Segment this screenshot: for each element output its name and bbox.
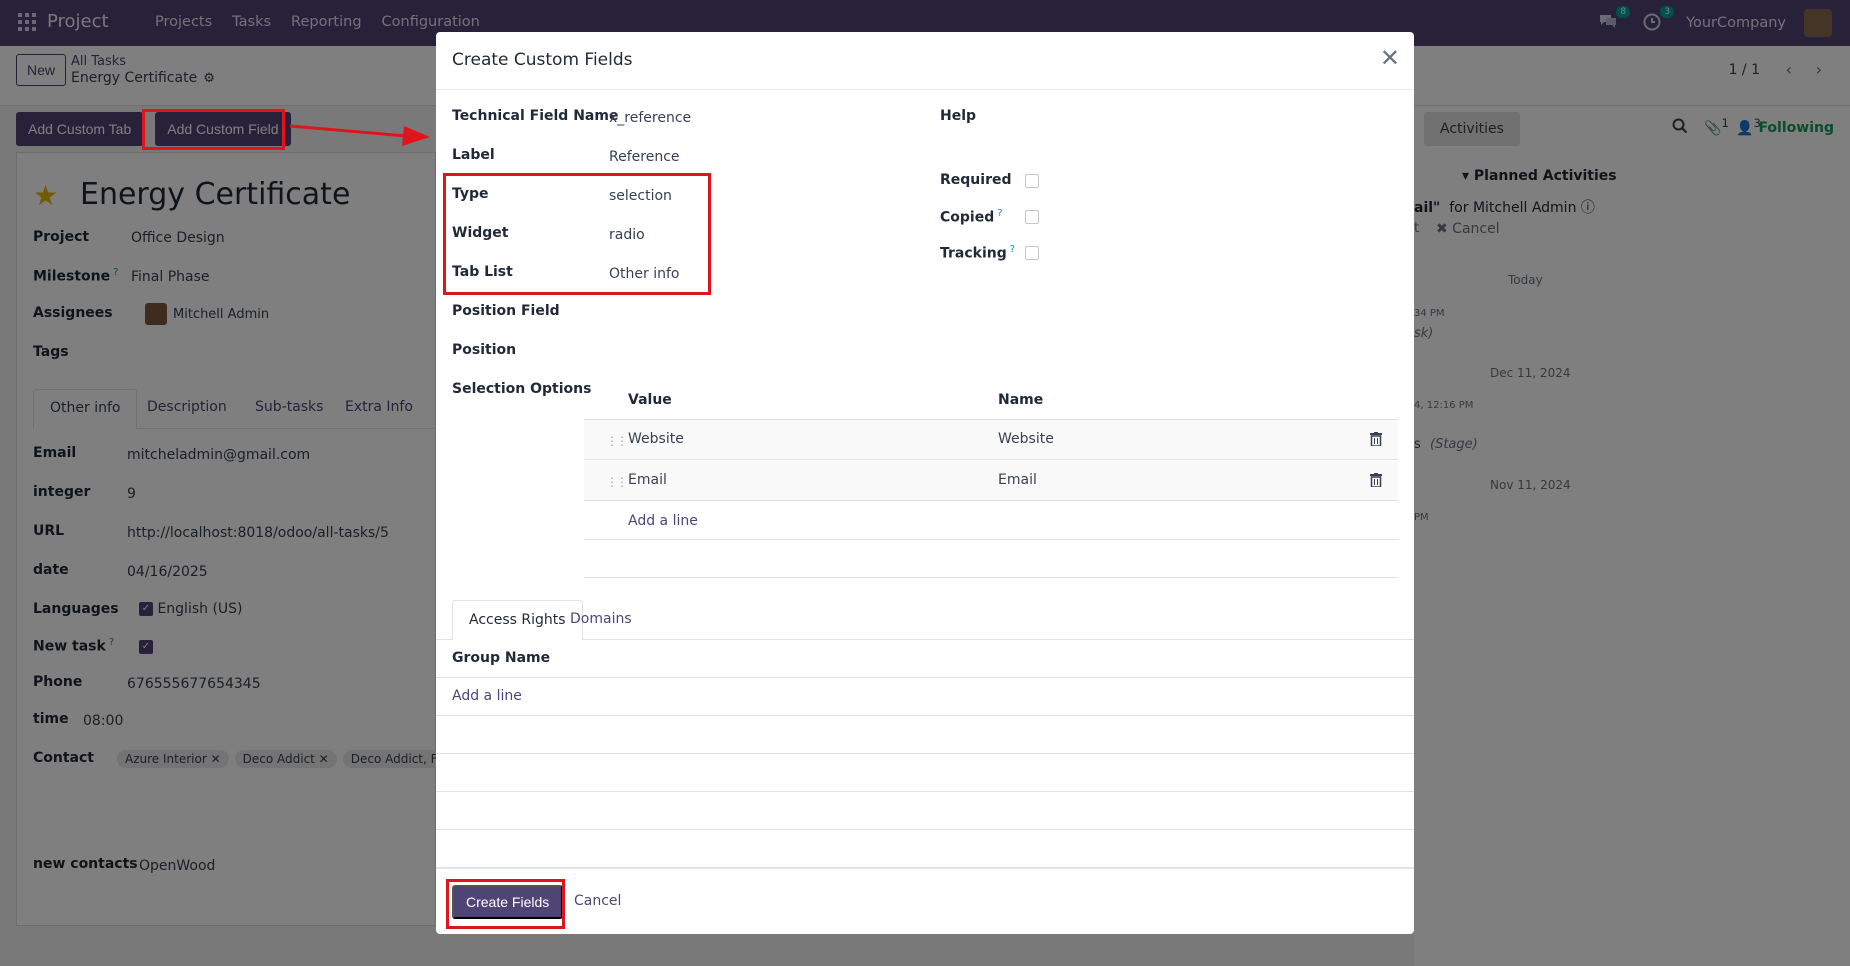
option-name[interactable]: Email xyxy=(998,472,1037,488)
close-icon[interactable]: ✕ xyxy=(1380,44,1400,72)
empty-row xyxy=(584,540,1398,578)
help-label: Help xyxy=(940,108,977,124)
trash-icon[interactable] xyxy=(1370,432,1382,446)
add-line-link[interactable]: Add a line xyxy=(452,688,522,704)
group-table-header: Group Name xyxy=(436,640,1414,678)
tracking-label-text: Tracking xyxy=(940,245,1007,262)
label-input[interactable]: Reference xyxy=(609,149,680,165)
add-line-link[interactable]: Add a line xyxy=(628,513,698,529)
copied-label-text: Copied xyxy=(940,209,995,226)
trash-icon[interactable] xyxy=(1370,473,1382,487)
position-field-label: Position Field xyxy=(452,303,560,319)
cancel-button[interactable]: Cancel xyxy=(574,893,621,909)
add-line-row: Add a line xyxy=(584,502,1398,540)
help-tooltip-icon[interactable]: ? xyxy=(1010,244,1015,255)
label-label: Label xyxy=(452,147,495,163)
technical-field-name-input[interactable]: x_reference xyxy=(609,110,691,126)
modal-tabs: Access Rights Domains xyxy=(436,600,1414,640)
modal-header: Create Custom Fields ✕ xyxy=(436,32,1414,90)
table-header: Value Name xyxy=(584,382,1398,420)
help-tooltip-icon[interactable]: ? xyxy=(997,208,1002,219)
add-line-row: Add a line xyxy=(436,678,1414,716)
option-value[interactable]: Website xyxy=(628,431,684,447)
required-label: Required xyxy=(940,172,1012,188)
empty-row xyxy=(436,830,1414,868)
modal-title: Create Custom Fields xyxy=(452,50,633,70)
required-checkbox[interactable] xyxy=(1025,174,1039,188)
highlight-box xyxy=(446,879,565,929)
tracking-label: Tracking? xyxy=(940,244,1015,262)
table-row[interactable]: ⋮⋮ Website Website xyxy=(584,420,1398,460)
drag-handle-icon[interactable]: ⋮⋮ xyxy=(606,475,628,489)
tab-domains[interactable]: Domains xyxy=(554,600,648,640)
technical-field-name-label: Technical Field Name xyxy=(452,108,619,124)
copied-checkbox[interactable] xyxy=(1025,210,1039,224)
create-custom-fields-dialog: Create Custom Fields ✕ Technical Field N… xyxy=(436,32,1414,934)
highlight-box xyxy=(142,109,285,150)
option-value[interactable]: Email xyxy=(628,472,667,488)
column-group-name[interactable]: Group Name xyxy=(452,650,550,666)
column-value[interactable]: Value xyxy=(628,392,672,408)
drag-handle-icon[interactable]: ⋮⋮ xyxy=(606,434,628,448)
arrow-annotation xyxy=(289,124,430,146)
tracking-checkbox[interactable] xyxy=(1025,246,1039,260)
highlight-box xyxy=(443,173,711,295)
copied-label: Copied? xyxy=(940,208,1003,226)
option-name[interactable]: Website xyxy=(998,431,1054,447)
empty-row xyxy=(436,716,1414,754)
selection-options-label: Selection Options xyxy=(452,381,592,397)
table-row[interactable]: ⋮⋮ Email Email xyxy=(584,461,1398,501)
modal-footer: Create Fields Cancel xyxy=(436,868,1414,934)
empty-row xyxy=(436,754,1414,792)
empty-row xyxy=(436,792,1414,830)
column-name[interactable]: Name xyxy=(998,392,1043,408)
position-label: Position xyxy=(452,342,517,358)
